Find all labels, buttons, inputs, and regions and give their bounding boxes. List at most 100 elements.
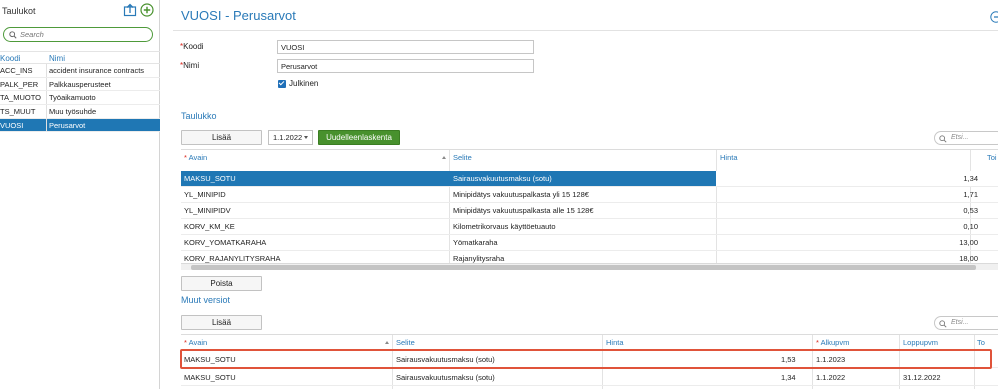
- sidebar-item-palk-per[interactable]: PALK_PER Palkkausperusteet: [0, 77, 160, 92]
- sidebar-list: ACC_INS accident insurance contracts PALK…: [0, 64, 160, 133]
- version-row[interactable]: MAKSU_SOTU Sairausvakuutusmaksu (sotu) 1…: [181, 370, 998, 386]
- cell-price: 0,10: [963, 222, 978, 231]
- cell-price: 13,00: [959, 238, 978, 247]
- add-version-button[interactable]: Lisää: [181, 315, 262, 330]
- date-select-value: 1.1.2022: [273, 133, 303, 142]
- table-search[interactable]: Etsi...: [934, 131, 998, 145]
- cell-desc: Rajanylitysraha: [453, 254, 505, 263]
- col-header-price[interactable]: Hinta: [606, 335, 624, 350]
- code-field[interactable]: VUOSI: [277, 40, 534, 54]
- info-icon[interactable]: [990, 11, 998, 23]
- search-icon: [9, 31, 17, 39]
- sidebar-item-vuosi[interactable]: VUOSI Perusarvot: [0, 118, 160, 133]
- col-header-key[interactable]: * Avain: [184, 150, 207, 165]
- search-icon: [939, 319, 947, 328]
- item-code: TS_MUUT: [0, 107, 36, 117]
- horizontal-scrollbar[interactable]: [181, 263, 998, 270]
- item-code: VUOSI: [0, 120, 24, 130]
- col-header-desc[interactable]: Selite: [396, 335, 415, 350]
- cell-key: KORV_RAJANYLITYSRAHA: [184, 254, 281, 263]
- title-divider: [173, 30, 998, 31]
- table-search-placeholder: Etsi...: [951, 134, 969, 141]
- upload-icon[interactable]: [123, 3, 137, 17]
- table-row[interactable]: MAKSU_SOTU Sairausvakuutusmaksu (sotu) 1…: [181, 171, 998, 187]
- cell-key: KORV_YOMATKARAHA: [184, 238, 267, 247]
- table-row[interactable]: YL_MINIPID Minipidätys vakuutuspalkasta …: [181, 187, 998, 203]
- code-label: *Koodi: [180, 42, 204, 51]
- public-label: Julkinen: [289, 79, 319, 88]
- cell-desc: Sairausvakuutusmaksu (sotu): [396, 373, 495, 382]
- chevron-down-icon: [304, 136, 308, 139]
- versions-table: * Avain Selite Hinta * Alkupvm Loppupvm …: [181, 334, 998, 389]
- item-name: Perusarvot: [49, 120, 86, 130]
- item-code: PALK_PER: [0, 79, 39, 89]
- table-row[interactable]: YL_MINIPIDV Minipidätys vakuutuspalkasta…: [181, 203, 998, 219]
- page-title: VUOSI - Perusarvot: [181, 8, 296, 23]
- add-row-button[interactable]: Lisää: [181, 130, 262, 145]
- col-header-extra[interactable]: Toi: [987, 150, 997, 165]
- sidebar-header: Taulukot: [0, 0, 160, 22]
- cell-key: MAKSU_SOTU: [184, 174, 236, 183]
- cell-price: 18,00: [959, 254, 978, 263]
- scrollbar-thumb[interactable]: [191, 265, 976, 270]
- main-panel: VUOSI - Perusarvot *Koodi VUOSI *Nimi Pe…: [161, 0, 998, 389]
- cell-end: 31.12.2022: [903, 373, 941, 382]
- cell-desc: Kilometrikorvaus käyttöetuauto: [453, 222, 556, 231]
- name-label: *Nimi: [180, 61, 200, 70]
- item-name: Muu työsuhde: [49, 107, 97, 117]
- table-section-title: Taulukko: [181, 111, 217, 121]
- cell-key: YL_MINIPIDV: [184, 206, 231, 215]
- col-header-start[interactable]: * Alkupvm: [816, 335, 849, 350]
- col-header-desc[interactable]: Selite: [453, 150, 472, 165]
- item-name: Palkkausperusteet: [49, 79, 111, 89]
- sidebar-item-ta-muoto[interactable]: TA_MUOTO Työaikamuoto: [0, 91, 160, 106]
- sidebar-search[interactable]: [3, 27, 153, 42]
- sidebar-col-code[interactable]: Koodi: [0, 54, 20, 63]
- sort-icon[interactable]: [385, 341, 389, 344]
- col-header-key[interactable]: * Avain: [184, 335, 207, 350]
- versions-search[interactable]: Etsi...: [934, 316, 998, 330]
- date-select[interactable]: 1.1.2022: [268, 130, 313, 145]
- delete-button[interactable]: Poista: [181, 276, 262, 291]
- cell-price: 1,71: [963, 190, 978, 199]
- cell-desc: Sairausvakuutusmaksu (sotu): [396, 355, 495, 364]
- add-circle-icon[interactable]: [140, 3, 154, 17]
- col-header-end[interactable]: Loppupvm: [903, 335, 938, 350]
- cell-key: MAKSU_SOTU: [184, 355, 236, 364]
- cell-start: 1.1.2022: [816, 373, 846, 382]
- cell-desc: Yömatkaraha: [453, 238, 498, 247]
- cell-price: 1,34: [781, 373, 796, 382]
- sidebar-column-headers: Koodi Nimi: [0, 51, 160, 64]
- cell-price: 0,53: [963, 206, 978, 215]
- item-code: ACC_INS: [0, 66, 33, 75]
- table-row[interactable]: KORV_RAJANYLITYSRAHA Rajanylitysraha 18,…: [181, 251, 998, 263]
- sort-icon[interactable]: [442, 156, 446, 159]
- item-name: Työaikamuoto: [49, 93, 96, 103]
- sidebar-item-acc-ins[interactable]: ACC_INS accident insurance contracts: [0, 64, 160, 78]
- item-name: accident insurance contracts: [49, 66, 145, 75]
- cell-key: YL_MINIPID: [184, 190, 226, 199]
- sidebar-col-name[interactable]: Nimi: [49, 54, 65, 63]
- col-header-extra[interactable]: To: [977, 335, 985, 350]
- item-code: TA_MUOTO: [0, 93, 41, 103]
- values-table: * Avain Selite Hinta Toi MAKSU_SOTU Sair…: [181, 149, 998, 270]
- name-field[interactable]: Perusarvot: [277, 59, 534, 73]
- cell-desc: Sairausvakuutusmaksu (sotu): [453, 174, 552, 183]
- recalculate-button[interactable]: Uudelleenlaskenta: [318, 130, 400, 145]
- version-row[interactable]: MAKSU_SOTU Sairausvakuutusmaksu (sotu) 1…: [181, 352, 998, 368]
- cell-desc: Minipidätys vakuutuspalkasta yli 15 128€: [453, 190, 589, 199]
- cell-key: MAKSU_SOTU: [184, 373, 236, 382]
- versions-section-title: Muut versiot: [181, 295, 231, 305]
- table-row[interactable]: KORV_YOMATKARAHA Yömatkaraha 13,00: [181, 235, 998, 251]
- public-checkbox[interactable]: [278, 80, 286, 88]
- versions-search-placeholder: Etsi...: [951, 319, 969, 326]
- cell-key: KORV_KM_KE: [184, 222, 235, 231]
- col-header-price[interactable]: Hinta: [720, 150, 738, 165]
- search-icon: [939, 134, 947, 143]
- sidebar-item-ts-muut[interactable]: TS_MUUT Muu työsuhde: [0, 105, 160, 119]
- cell-start: 1.1.2023: [816, 355, 846, 364]
- sidebar-title: Taulukot: [2, 6, 36, 16]
- sidebar-search-input[interactable]: [20, 29, 148, 40]
- sidebar: Taulukot Koodi Nimi ACC_INS accident insu…: [0, 0, 160, 389]
- table-row[interactable]: KORV_KM_KE Kilometrikorvaus käyttöetuaut…: [181, 219, 998, 235]
